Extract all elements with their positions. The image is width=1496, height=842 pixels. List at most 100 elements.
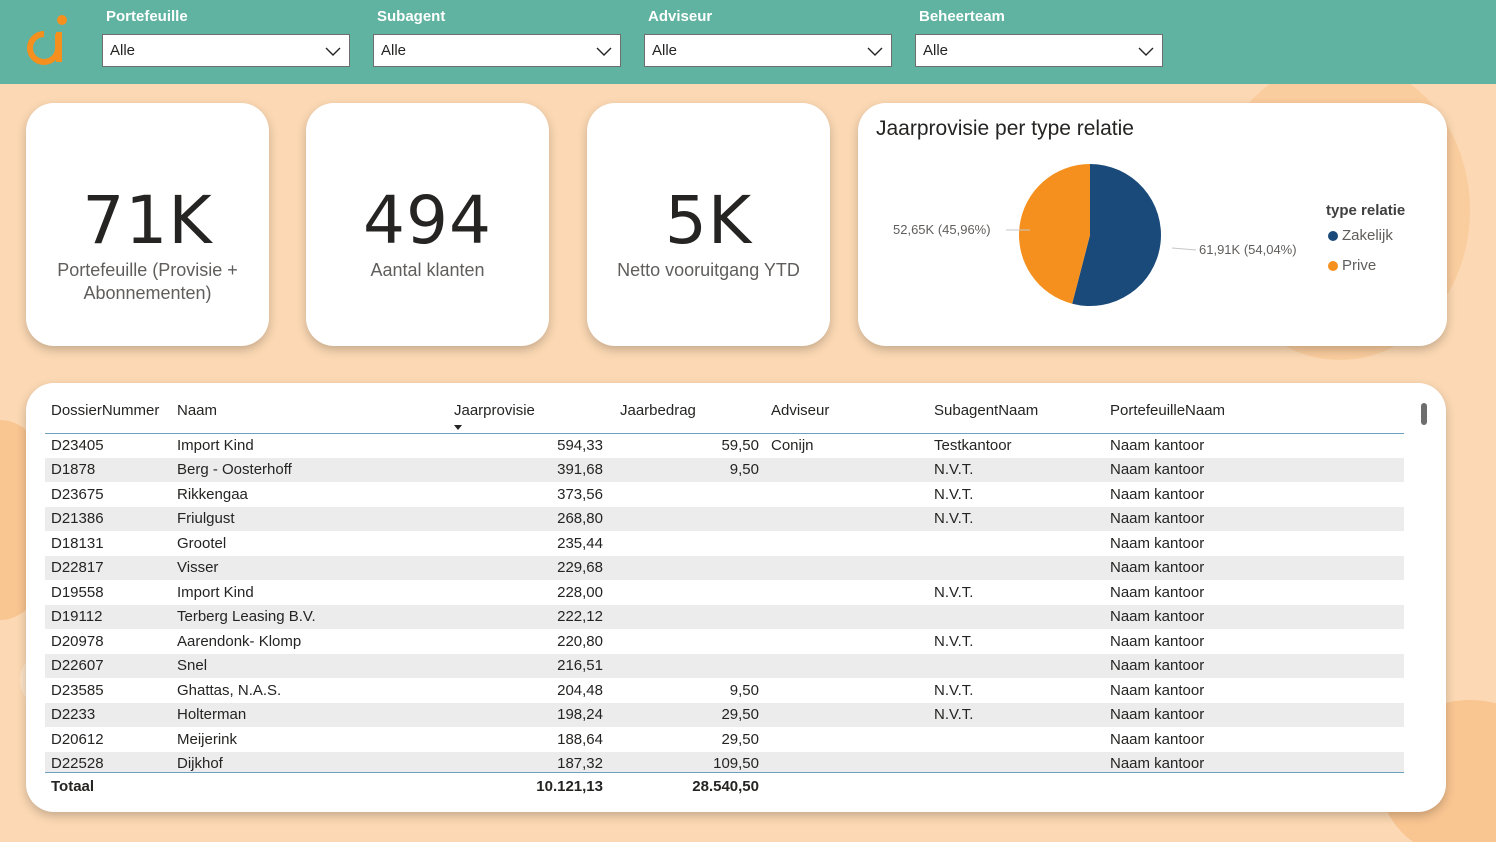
- cell-portefeuillenaam: Naam kantoor: [1104, 555, 1404, 580]
- column-header-portefeuillenaam[interactable]: PortefeuilleNaam: [1104, 389, 1404, 434]
- table-row[interactable]: D19112 Terberg Leasing B.V. 222,12 Naam kan…: [45, 604, 1404, 629]
- legend-label: Prive: [1342, 257, 1377, 274]
- dossier-table: DossierNummer Naam Jaarprovisie Jaarbedr…: [45, 389, 1404, 772]
- adviseur-dropdown[interactable]: Alle: [644, 34, 892, 67]
- cell-portefeuillenaam: Naam kantoor: [1110, 485, 1205, 503]
- cell-portefeuillenaam: Naam kantoor: [1104, 653, 1404, 678]
- table-row[interactable]: D20978 Aarendonk- Klomp 220,80 N.V.T. Naam k…: [45, 629, 1404, 654]
- chevron-down-icon: [596, 47, 612, 56]
- filter-label: Beheerteam: [919, 8, 1005, 25]
- cell-subagentnaam: N.V.T.: [934, 583, 974, 601]
- cell-jaarprovisie: 268,80: [391, 506, 609, 531]
- filter-portefeuille: Portefeuille Alle: [102, 6, 350, 67]
- table-row[interactable]: D22817 Visser 229,68 Naam kantoor: [45, 555, 1404, 580]
- cell-naam: Visser: [171, 555, 391, 580]
- subagent-dropdown[interactable]: Alle: [373, 34, 621, 67]
- cell-jaarbedrag: [609, 506, 765, 531]
- cell-adviseur: [765, 604, 928, 629]
- kpi-card-netto-vooruitgang[interactable]: 5K Netto vooruitgang YTD: [587, 103, 830, 346]
- cell-jaarbedrag: [609, 629, 765, 654]
- cell-naam: Snel: [171, 653, 391, 678]
- table-scroll-area[interactable]: DossierNummer Naam Jaarprovisie Jaarbedr…: [45, 389, 1404, 772]
- total-empty-cell: [928, 773, 1104, 799]
- filter-bar: Portefeuille Alle Subagent Alle Adviseur…: [0, 0, 1496, 84]
- table-row[interactable]: D18131 Grootel 235,44 Naam kantoor: [45, 531, 1404, 556]
- column-header-dossiernummer[interactable]: DossierNummer: [45, 389, 171, 434]
- cell-subagentnaam: N.V.T.: [928, 457, 1104, 482]
- cell-portefeuillenaam: Naam kantoor: [1104, 702, 1404, 727]
- cell-naam: Rikkengaa: [177, 485, 248, 503]
- dossier-table-card: DossierNummer Naam Jaarprovisie Jaarbedr…: [26, 383, 1446, 812]
- chevron-down-icon: [1138, 47, 1154, 56]
- cell-adviseur: [765, 482, 928, 507]
- table-row[interactable]: D19558 Import Kind 228,00 N.V.T. Naam kantoo…: [45, 580, 1404, 605]
- cell-jaarprovisie: 594,33: [557, 437, 603, 454]
- table-row[interactable]: D23585 Ghattas, N.A.S. 204,48 9,50 N.V.T. Naa…: [45, 678, 1404, 703]
- table-scrollbar[interactable]: [1421, 403, 1427, 425]
- cell-dossiernummer: D1878: [45, 457, 171, 482]
- table-row[interactable]: D20612 Meijerink 188,64 29,50 Naam kantoor: [45, 727, 1404, 752]
- cell-portefeuillenaam: Naam kantoor: [1110, 534, 1205, 552]
- cell-naam: Terberg Leasing B.V.: [171, 604, 391, 629]
- cell-adviseur: [765, 653, 928, 678]
- cell-dossiernummer: D22607: [45, 653, 171, 678]
- legend-item-zakelijk[interactable]: Zakelijk: [1328, 227, 1393, 244]
- company-logo: [27, 15, 67, 65]
- cell-subagentnaam: [928, 751, 1104, 772]
- cell-jaarbedrag: 59,50: [721, 437, 759, 454]
- beheerteam-dropdown[interactable]: Alle: [915, 34, 1163, 67]
- cell-dossiernummer: D18131: [51, 534, 104, 552]
- column-header-subagentnaam[interactable]: SubagentNaam: [928, 389, 1104, 434]
- column-header-adviseur[interactable]: Adviseur: [765, 389, 928, 434]
- table-row[interactable]: D23675 Rikkengaa 373,56 N.V.T. Naam kantoor: [45, 482, 1404, 507]
- cell-jaarbedrag: 29,50: [721, 730, 759, 748]
- table-row[interactable]: D2233 Holterman 198,24 29,50 N.V.T. Naam kant…: [45, 702, 1404, 727]
- filter-beheerteam: Beheerteam Alle: [915, 6, 1163, 67]
- cell-jaarbedrag: 109,50: [609, 751, 765, 772]
- sort-descending-icon: [454, 424, 462, 430]
- cell-jaarbedrag: 9,50: [729, 681, 759, 699]
- cell-portefeuillenaam: Naam kantoor: [1104, 604, 1404, 629]
- chevron-down-icon: [325, 47, 341, 56]
- cell-naam: Dijkhof: [171, 751, 391, 772]
- dropdown-value: Alle: [110, 42, 136, 59]
- column-header-naam[interactable]: Naam: [171, 389, 391, 434]
- kpi-label: Portefeuille (Provisie + Abonnementen): [57, 260, 238, 303]
- kpi-value: 494: [363, 182, 492, 259]
- cell-subagentnaam: [928, 727, 1104, 752]
- dropdown-value: Alle: [923, 42, 949, 59]
- cell-portefeuillenaam: Naam kantoor: [1104, 751, 1404, 772]
- cell-subagentnaam: N.V.T.: [934, 681, 974, 699]
- cell-jaarbedrag: [609, 555, 765, 580]
- column-header-jaarprovisie[interactable]: Jaarprovisie: [391, 389, 609, 434]
- cell-dossiernummer: D19112: [45, 604, 171, 629]
- kpi-card-portefeuille[interactable]: 71K Portefeuille (Provisie + Abonnemente…: [26, 103, 269, 346]
- cell-dossiernummer: D22817: [45, 555, 171, 580]
- cell-naam: Ghattas, N.A.S.: [177, 681, 282, 699]
- kpi-value: 71K: [82, 182, 213, 259]
- pie-chart-card[interactable]: Jaarprovisie per type relatie 52,65K (45…: [858, 103, 1447, 346]
- legend-dot-icon: [1328, 230, 1338, 241]
- cell-adviseur: [765, 629, 928, 654]
- dropdown-value: Alle: [381, 42, 407, 59]
- legend-item-prive[interactable]: Prive: [1328, 257, 1376, 274]
- column-header-jaarbedrag[interactable]: Jaarbedrag: [609, 389, 765, 434]
- table-total: Totaal 10.121,13 28.540,50: [45, 773, 1404, 799]
- cell-jaarprovisie: 204,48: [557, 681, 603, 699]
- total-empty-cell: [1104, 773, 1404, 799]
- table-row[interactable]: D22607 Snel 216,51 Naam kantoor: [45, 653, 1404, 678]
- table-row[interactable]: D21386 Friulgust 268,80 N.V.T. Naam kantoor: [45, 506, 1404, 531]
- cell-subagentnaam: [928, 604, 1104, 629]
- cell-adviseur: [765, 555, 928, 580]
- table-row[interactable]: D23405 Import Kind 594,33 59,50 Conijn Testka…: [45, 433, 1404, 458]
- cell-naam: Aarendonk- Klomp: [177, 632, 302, 650]
- filter-subagent: Subagent Alle: [373, 6, 621, 67]
- slice-label-prive: 52,65K (45,96%): [893, 222, 991, 237]
- kpi-card-aantal-klanten[interactable]: 494 Aantal klanten: [306, 103, 549, 346]
- cell-adviseur: [765, 727, 928, 752]
- table-row[interactable]: D1878 Berg - Oosterhoff 391,68 9,50 N.V.T. Na…: [45, 457, 1404, 482]
- portefeuille-dropdown[interactable]: Alle: [102, 34, 350, 67]
- cell-jaarprovisie: 220,80: [557, 632, 603, 650]
- table-row[interactable]: D22528 Dijkhof 187,32 109,50 Naam kantoor: [45, 751, 1404, 772]
- cell-portefeuillenaam: Naam kantoor: [1110, 730, 1205, 748]
